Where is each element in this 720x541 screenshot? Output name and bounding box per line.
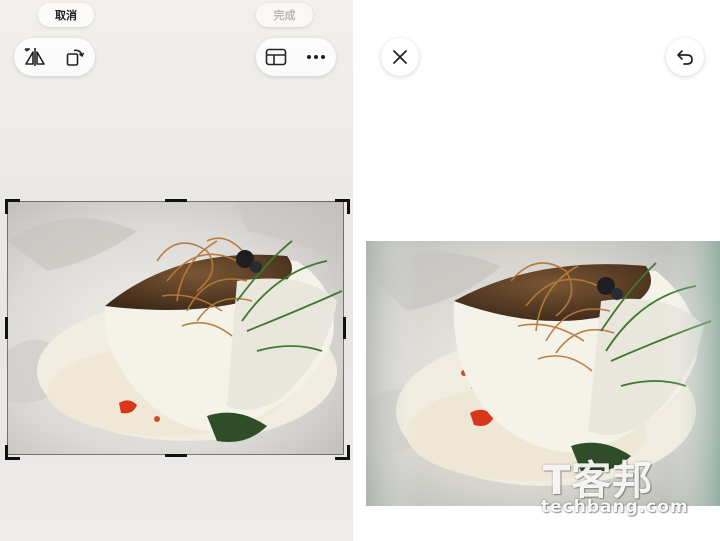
crop-handle-right[interactable] [343,317,346,339]
crop-handle-left[interactable] [5,317,8,339]
aspect-ratio-icon [265,48,287,66]
undo-icon [677,50,693,65]
crop-handle-top-left[interactable] [5,199,20,214]
crop-handle-bottom[interactable] [165,454,187,457]
view-tools-group [256,38,336,76]
close-icon [393,50,407,64]
more-icon [307,55,325,59]
undo-button[interactable] [666,38,704,76]
photo-preview[interactable] [7,201,344,455]
result-panel: T客邦 techbang.com [365,0,720,541]
transform-tools-group [14,38,95,76]
crop-handle-top[interactable] [165,199,187,202]
crop-handle-bottom-left[interactable] [5,445,20,460]
crop-editor-panel: 取消 完成 [0,0,353,541]
watermark-domain: techbang.com [541,497,689,517]
rotate-icon [66,49,85,66]
more-options-button[interactable] [296,38,336,76]
food-photo-image [7,201,344,455]
aspect-ratio-button[interactable] [256,38,296,76]
rotate-button[interactable] [55,38,95,76]
cancel-button[interactable]: 取消 [38,3,94,27]
close-button[interactable] [381,38,419,76]
crop-handle-bottom-right[interactable] [335,445,350,460]
crop-handle-top-right[interactable] [335,199,350,214]
flip-horizontal-icon [24,48,45,66]
flip-horizontal-button[interactable] [15,38,55,76]
done-button[interactable]: 完成 [256,3,313,27]
panel-divider [353,0,365,541]
